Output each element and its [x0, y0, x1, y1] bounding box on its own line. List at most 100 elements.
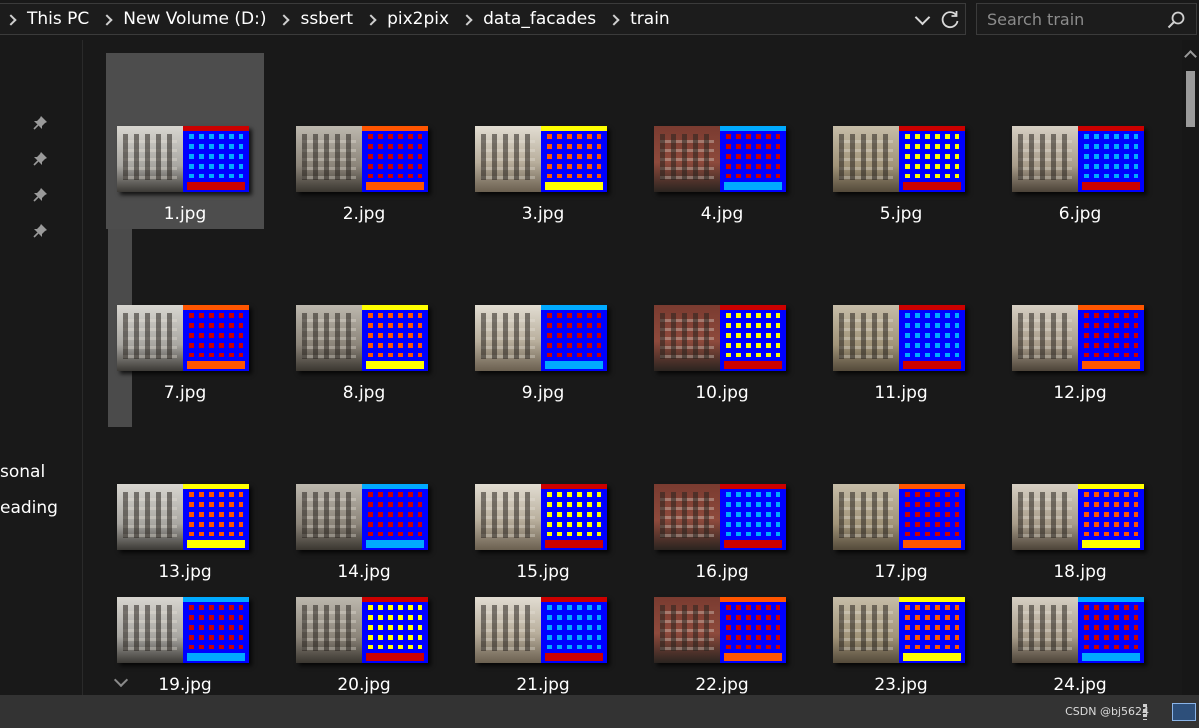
pane-divider[interactable]	[82, 40, 83, 695]
file-tile[interactable]: 22.jpg	[643, 524, 801, 695]
scroll-up-icon[interactable]	[1184, 50, 1197, 63]
watermark: CSDN @bj5624	[1065, 705, 1149, 718]
file-tile[interactable]: 1.jpg	[106, 53, 264, 229]
facade-label-map	[1078, 305, 1144, 371]
file-name: 11.jpg	[874, 383, 928, 403]
search-icon[interactable]	[1166, 10, 1186, 30]
image-thumbnail	[1012, 305, 1144, 371]
search-box[interactable]: Search train	[976, 3, 1197, 35]
breadcrumb-pix2pix[interactable]: pix2pix	[387, 9, 449, 29]
chevron-right-icon[interactable]	[610, 15, 618, 23]
nav-item-personal[interactable]: sonal	[0, 462, 45, 482]
chevron-right-icon[interactable]	[367, 15, 375, 23]
breadcrumb-new-volume[interactable]: New Volume (D:)	[123, 9, 266, 29]
file-name: 6.jpg	[1058, 204, 1102, 224]
file-tile[interactable]: 8.jpg	[285, 232, 443, 408]
file-tile[interactable]: 7.jpg	[106, 232, 264, 408]
facade-label-map	[720, 305, 786, 371]
image-thumbnail	[833, 126, 965, 192]
file-tile[interactable]: 20.jpg	[285, 524, 443, 695]
facade-photo	[654, 305, 720, 371]
file-tile[interactable]: 10.jpg	[643, 232, 801, 408]
image-thumbnail	[833, 305, 965, 371]
chevron-right-icon[interactable]	[463, 15, 471, 23]
file-name: 9.jpg	[521, 383, 565, 403]
facade-label-map	[183, 126, 249, 192]
image-thumbnail	[654, 305, 786, 371]
facade-label-map	[183, 305, 249, 371]
breadcrumb-ssbert[interactable]: ssbert	[300, 9, 353, 29]
content-scrollbar-thumb[interactable]	[1186, 71, 1195, 127]
file-name: 21.jpg	[516, 675, 570, 695]
file-tile[interactable]: 6.jpg	[1001, 53, 1159, 229]
facade-label-map	[1078, 126, 1144, 192]
address-bar[interactable]: This PC New Volume (D:) ssbert pix2pix d…	[0, 3, 966, 35]
chevron-right-icon[interactable]	[103, 15, 111, 23]
facade-label-map	[541, 597, 607, 663]
file-tile[interactable]: 9.jpg	[464, 232, 622, 408]
pin-icon[interactable]	[32, 115, 48, 131]
breadcrumb-train[interactable]: train	[630, 9, 670, 29]
file-name: 8.jpg	[342, 383, 386, 403]
chevron-down-icon[interactable]	[914, 9, 931, 26]
file-grid: 1.jpg 2.jpg 3.jpg 4.jpg 5.jpg 6.jpg 7.jpg 8.jpg…	[106, 53, 1182, 695]
facade-label-map	[362, 597, 428, 663]
large-icons-view-icon[interactable]	[1172, 703, 1196, 721]
pin-icon[interactable]	[32, 187, 48, 203]
facade-photo	[1012, 126, 1078, 192]
facade-label-map	[362, 126, 428, 192]
file-name: 1.jpg	[163, 204, 207, 224]
facade-photo	[833, 126, 899, 192]
search-input[interactable]: Search train	[987, 10, 1084, 29]
nav-scrollbar[interactable]	[54, 45, 132, 695]
facade-label-map	[1078, 597, 1144, 663]
image-thumbnail	[475, 597, 607, 663]
breadcrumb: This PC New Volume (D:) ssbert pix2pix d…	[7, 4, 670, 34]
image-thumbnail	[833, 597, 965, 663]
nav-item-reading[interactable]: eading	[0, 498, 58, 518]
chevron-right-icon[interactable]	[7, 15, 15, 23]
file-tile[interactable]: 21.jpg	[464, 524, 622, 695]
facade-photo	[475, 305, 541, 371]
refresh-icon[interactable]	[939, 9, 961, 31]
file-tile[interactable]: 3.jpg	[464, 53, 622, 229]
image-thumbnail	[654, 126, 786, 192]
breadcrumb-this-pc[interactable]: This PC	[27, 9, 89, 29]
facade-photo	[296, 597, 362, 663]
file-tile[interactable]: 11.jpg	[822, 232, 980, 408]
file-tile[interactable]: 24.jpg	[1001, 524, 1159, 695]
file-name: 19.jpg	[158, 675, 212, 695]
chevron-right-icon[interactable]	[280, 15, 288, 23]
facade-label-map	[541, 126, 607, 192]
details-view-icon[interactable]	[1143, 704, 1147, 720]
breadcrumb-data-facades[interactable]: data_facades	[483, 9, 596, 29]
file-name: 24.jpg	[1053, 675, 1107, 695]
file-tile[interactable]: 19.jpg	[106, 524, 264, 695]
pin-icon[interactable]	[32, 223, 48, 239]
file-tile[interactable]: 4.jpg	[643, 53, 801, 229]
file-tile[interactable]: 23.jpg	[822, 524, 980, 695]
toolbar: This PC New Volume (D:) ssbert pix2pix d…	[0, 0, 1199, 40]
file-name: 23.jpg	[874, 675, 928, 695]
facade-photo	[117, 126, 183, 192]
pin-icon[interactable]	[32, 151, 48, 167]
image-thumbnail	[296, 597, 428, 663]
file-name: 22.jpg	[695, 675, 749, 695]
content-scrollbar[interactable]	[1182, 40, 1199, 695]
file-tile[interactable]: 12.jpg	[1001, 232, 1159, 408]
image-thumbnail	[475, 126, 607, 192]
facade-label-map	[362, 305, 428, 371]
file-name: 10.jpg	[695, 383, 749, 403]
facade-photo	[296, 126, 362, 192]
file-name: 5.jpg	[879, 204, 923, 224]
image-thumbnail	[1012, 597, 1144, 663]
file-name: 12.jpg	[1053, 383, 1107, 403]
file-tile[interactable]: 5.jpg	[822, 53, 980, 229]
facade-photo	[1012, 597, 1078, 663]
file-name: 20.jpg	[337, 675, 391, 695]
facade-label-map	[541, 305, 607, 371]
image-thumbnail	[117, 305, 249, 371]
facade-label-map	[899, 126, 965, 192]
file-name: 7.jpg	[163, 383, 207, 403]
file-tile[interactable]: 2.jpg	[285, 53, 443, 229]
